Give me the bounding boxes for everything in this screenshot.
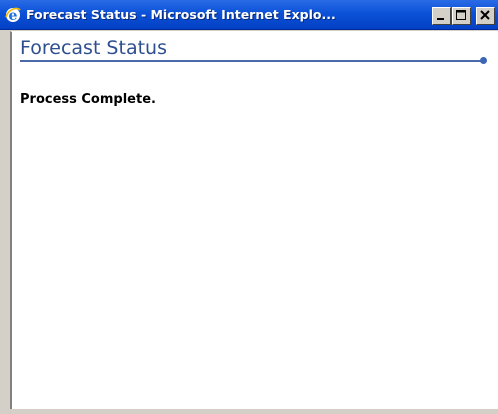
browser-window: e Forecast Status - Microsoft Internet E…	[0, 0, 498, 414]
page-title: Forecast Status	[20, 37, 167, 59]
maximize-icon	[456, 10, 466, 20]
maximize-button[interactable]	[452, 7, 471, 25]
page-content-area	[10, 31, 498, 409]
internet-explorer-icon: e	[5, 7, 21, 24]
window-bottom-edge	[10, 409, 498, 414]
title-divider	[20, 60, 484, 62]
minimize-button[interactable]	[432, 7, 451, 25]
minimize-icon	[437, 18, 444, 20]
divider-dot	[480, 57, 487, 64]
window-title: Forecast Status - Microsoft Internet Exp…	[26, 7, 336, 22]
title-bar[interactable]: e Forecast Status - Microsoft Internet E…	[0, 0, 498, 30]
close-button[interactable]	[476, 7, 495, 25]
status-message: Process Complete.	[20, 92, 156, 107]
close-icon	[480, 10, 490, 20]
